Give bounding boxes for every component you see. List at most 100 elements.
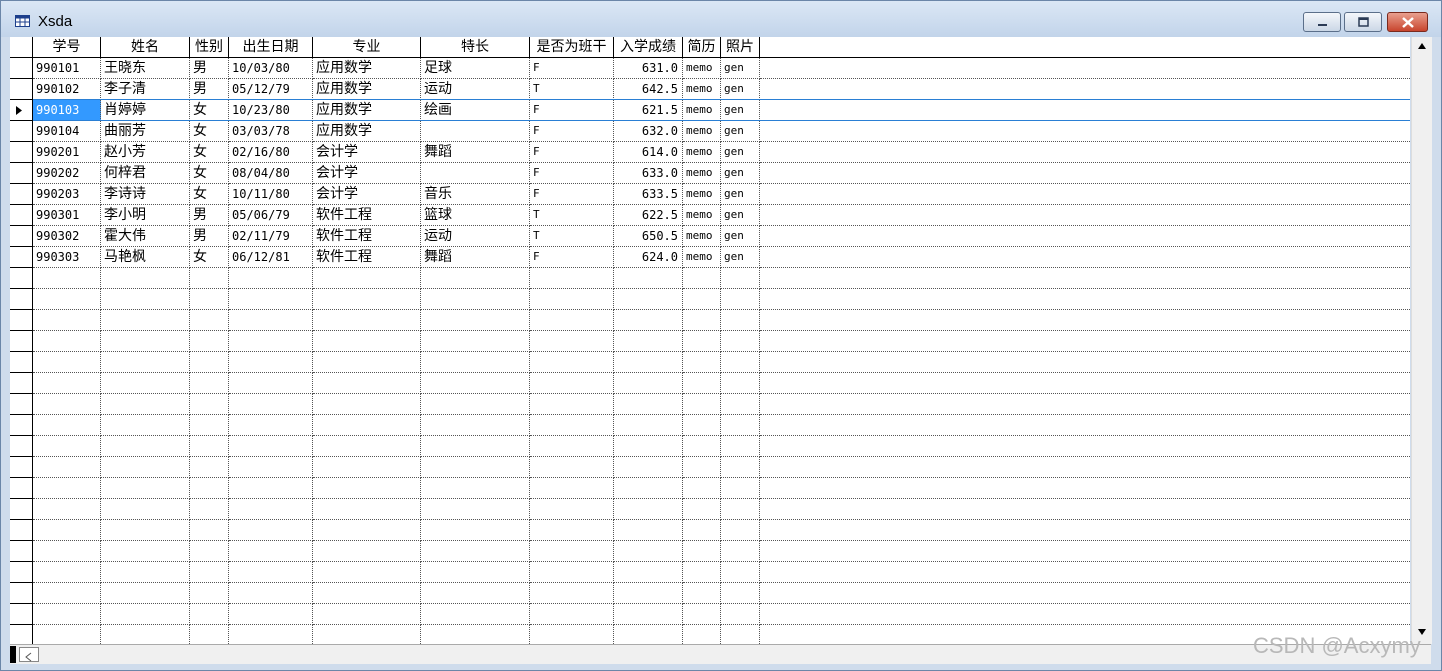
table-cell[interactable]: 女 — [190, 142, 229, 163]
table-cell[interactable] — [421, 163, 530, 184]
table-cell[interactable]: 990104 — [33, 121, 101, 142]
empty-cell[interactable] — [229, 457, 313, 478]
empty-cell[interactable] — [101, 604, 190, 625]
empty-cell[interactable] — [614, 520, 683, 541]
table-cell[interactable]: 女 — [190, 121, 229, 142]
record-selector[interactable] — [10, 331, 33, 352]
empty-cell[interactable] — [721, 394, 760, 415]
empty-cell[interactable] — [530, 457, 614, 478]
empty-cell[interactable] — [101, 331, 190, 352]
table-cell[interactable]: 02/16/80 — [229, 142, 313, 163]
empty-cell[interactable] — [190, 394, 229, 415]
record-selector[interactable] — [10, 100, 33, 121]
empty-cell[interactable] — [421, 352, 530, 373]
empty-cell[interactable] — [33, 583, 101, 604]
empty-cell[interactable] — [721, 268, 760, 289]
empty-cell[interactable] — [530, 289, 614, 310]
empty-cell[interactable] — [683, 394, 721, 415]
empty-cell[interactable] — [421, 394, 530, 415]
record-selector[interactable] — [10, 457, 33, 478]
empty-cell[interactable] — [33, 415, 101, 436]
table-cell[interactable]: 应用数学 — [313, 58, 421, 79]
empty-cell[interactable] — [421, 541, 530, 562]
table-cell[interactable]: 990303 — [33, 247, 101, 268]
empty-cell[interactable] — [229, 604, 313, 625]
empty-cell[interactable] — [101, 457, 190, 478]
table-cell[interactable]: 05/06/79 — [229, 205, 313, 226]
record-selector[interactable] — [10, 604, 33, 625]
empty-cell[interactable] — [683, 331, 721, 352]
table-cell[interactable]: 10/11/80 — [229, 184, 313, 205]
table-cell[interactable]: memo — [683, 205, 721, 226]
record-selector[interactable] — [10, 310, 33, 331]
record-selector[interactable] — [10, 58, 33, 79]
table-cell[interactable]: gen — [721, 247, 760, 268]
table-cell[interactable]: memo — [683, 226, 721, 247]
table-cell[interactable]: memo — [683, 100, 721, 121]
table-cell[interactable]: 运动 — [421, 79, 530, 100]
empty-cell[interactable] — [313, 289, 421, 310]
table-cell[interactable]: 990203 — [33, 184, 101, 205]
table-cell[interactable]: 音乐 — [421, 184, 530, 205]
table-cell[interactable]: 622.5 — [614, 205, 683, 226]
empty-cell[interactable] — [101, 289, 190, 310]
empty-cell[interactable] — [313, 352, 421, 373]
empty-cell[interactable] — [229, 310, 313, 331]
table-cell[interactable]: 990101 — [33, 58, 101, 79]
empty-cell[interactable] — [229, 541, 313, 562]
empty-cell[interactable] — [33, 478, 101, 499]
empty-cell[interactable] — [721, 352, 760, 373]
table-cell[interactable]: gen — [721, 121, 760, 142]
column-header[interactable]: 学号 — [33, 37, 101, 58]
table-cell[interactable]: memo — [683, 184, 721, 205]
empty-cell[interactable] — [530, 499, 614, 520]
browse-grid[interactable]: 学号 姓名 性别 出生日期 专业 特长 是否为班干 入学成绩 简历 照片 990101 王晓东男 10/… — [10, 37, 1410, 644]
empty-cell[interactable] — [313, 625, 421, 644]
empty-cell[interactable] — [313, 310, 421, 331]
table-cell[interactable]: memo — [683, 58, 721, 79]
empty-cell[interactable] — [190, 352, 229, 373]
empty-cell[interactable] — [721, 436, 760, 457]
column-header[interactable]: 特长 — [421, 37, 530, 58]
empty-cell[interactable] — [313, 394, 421, 415]
table-cell[interactable]: 足球 — [421, 58, 530, 79]
empty-cell[interactable] — [33, 352, 101, 373]
table-cell[interactable]: 02/11/79 — [229, 226, 313, 247]
empty-cell[interactable] — [33, 604, 101, 625]
horizontal-scrollbar[interactable] — [10, 644, 1431, 664]
table-cell[interactable]: F — [530, 163, 614, 184]
table-cell[interactable]: 赵小芳 — [101, 142, 190, 163]
empty-cell[interactable] — [101, 583, 190, 604]
record-selector[interactable] — [10, 478, 33, 499]
empty-cell[interactable] — [313, 268, 421, 289]
column-header[interactable]: 简历 — [683, 37, 721, 58]
empty-cell[interactable] — [721, 373, 760, 394]
empty-cell[interactable] — [190, 457, 229, 478]
empty-cell[interactable] — [229, 562, 313, 583]
empty-cell[interactable] — [614, 268, 683, 289]
table-cell[interactable]: 650.5 — [614, 226, 683, 247]
empty-cell[interactable] — [229, 352, 313, 373]
empty-cell[interactable] — [33, 310, 101, 331]
empty-cell[interactable] — [229, 331, 313, 352]
table-cell[interactable]: 女 — [190, 247, 229, 268]
empty-cell[interactable] — [229, 499, 313, 520]
empty-cell[interactable] — [313, 541, 421, 562]
empty-cell[interactable] — [190, 499, 229, 520]
column-header[interactable]: 专业 — [313, 37, 421, 58]
empty-cell[interactable] — [530, 331, 614, 352]
table-cell[interactable]: 李小明 — [101, 205, 190, 226]
empty-cell[interactable] — [614, 373, 683, 394]
empty-cell[interactable] — [313, 457, 421, 478]
table-cell[interactable]: 李诗诗 — [101, 184, 190, 205]
empty-cell[interactable] — [190, 331, 229, 352]
table-cell[interactable]: 马艳枫 — [101, 247, 190, 268]
table-cell[interactable]: T — [530, 79, 614, 100]
empty-cell[interactable] — [683, 604, 721, 625]
empty-cell[interactable] — [421, 478, 530, 499]
table-cell[interactable]: 632.0 — [614, 121, 683, 142]
record-selector[interactable] — [10, 562, 33, 583]
empty-cell[interactable] — [190, 415, 229, 436]
empty-cell[interactable] — [101, 373, 190, 394]
empty-cell[interactable] — [530, 352, 614, 373]
